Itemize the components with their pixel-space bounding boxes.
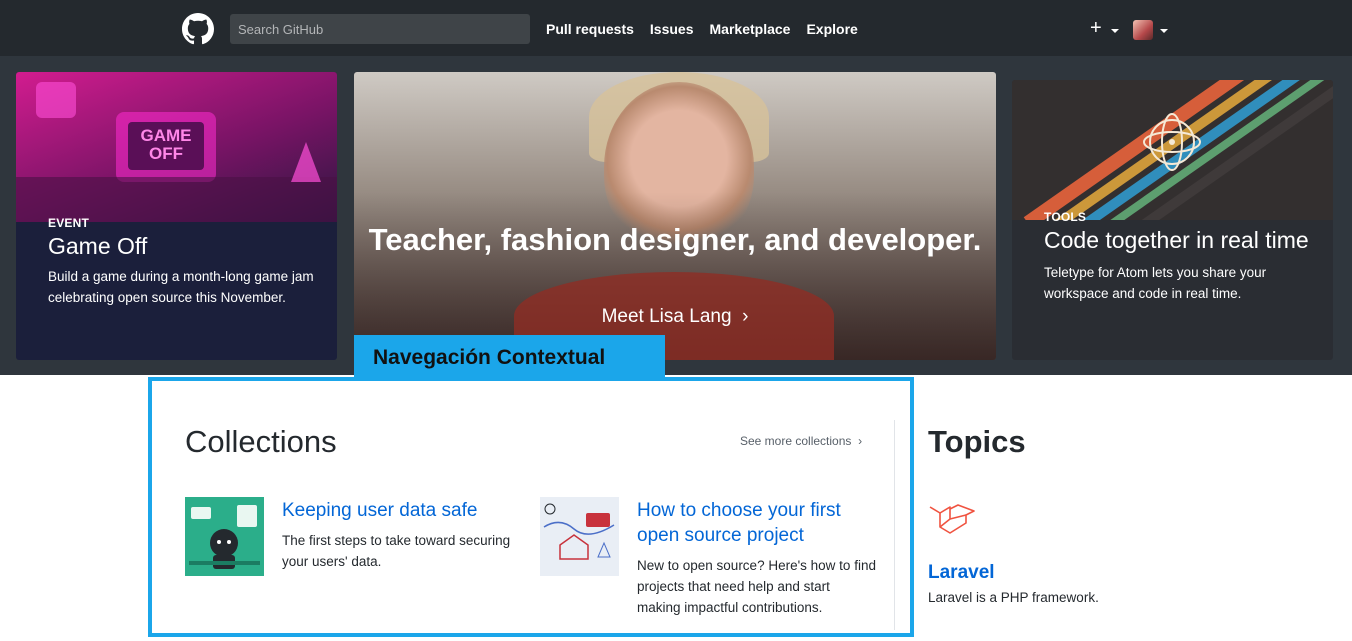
topic-title-laravel[interactable]: Laravel bbox=[928, 562, 995, 584]
collections-heading: Collections bbox=[185, 424, 337, 459]
chevron-right-icon: › bbox=[854, 434, 863, 448]
search-input[interactable] bbox=[230, 14, 530, 44]
video-link-label[interactable]: Meet Lisa Lang bbox=[602, 306, 732, 327]
collection-desc-user-data: The first steps to take toward securing … bbox=[282, 533, 511, 569]
nav-explore[interactable]: Explore bbox=[806, 21, 857, 37]
tools-card-body: TOOLS Code together in real time Teletyp… bbox=[1044, 210, 1314, 304]
tools-card[interactable]: TOOLS Code together in real time Teletyp… bbox=[1012, 80, 1333, 360]
tools-title: Code together in real time bbox=[1044, 227, 1309, 253]
top-header: Pull requests Issues Marketplace Explore… bbox=[0, 0, 1352, 56]
topic-desc-laravel: Laravel is a PHP framework. bbox=[928, 590, 1099, 605]
column-divider bbox=[894, 420, 895, 630]
chevron-right-icon: › bbox=[736, 306, 749, 327]
collection-desc-first-project: New to open source? Here's how to find p… bbox=[637, 558, 876, 615]
avatar[interactable] bbox=[1133, 20, 1153, 40]
github-logo-icon[interactable] bbox=[182, 13, 214, 45]
header-nav: Pull requests Issues Marketplace Explore bbox=[546, 21, 858, 37]
hero-band: GAME OFF EVENT Game Off Build a game dur… bbox=[0, 56, 1352, 375]
event-title: Game Off bbox=[48, 233, 148, 259]
featured-video-card[interactable]: Teacher, fashion designer, and developer… bbox=[354, 72, 996, 360]
see-more-label[interactable]: See more collections bbox=[740, 434, 851, 448]
video-link[interactable]: Meet Lisa Lang › bbox=[354, 306, 996, 328]
game-off-art-text: GAME OFF bbox=[140, 126, 192, 163]
event-card-body: EVENT Game Off Build a game during a mon… bbox=[48, 216, 318, 308]
video-title: Teacher, fashion designer, and developer… bbox=[368, 222, 982, 257]
collection-thumbnail-user-data[interactable] bbox=[185, 497, 264, 576]
collection-title-first-project[interactable]: How to choose your first open source pro… bbox=[637, 498, 887, 548]
event-card[interactable]: GAME OFF EVENT Game Off Build a game dur… bbox=[16, 72, 337, 360]
context-nav-label: Navegación Contextual bbox=[354, 335, 665, 379]
chevron-down-icon[interactable] bbox=[1160, 29, 1168, 33]
event-description: Build a game during a month-long game ja… bbox=[48, 268, 314, 305]
collection-thumbnail-first-project[interactable] bbox=[540, 497, 619, 576]
see-more-collections-link[interactable]: See more collections › bbox=[740, 434, 862, 448]
laravel-logo-icon[interactable] bbox=[928, 503, 976, 537]
search-box[interactable] bbox=[230, 14, 530, 44]
collection-title-user-data[interactable]: Keeping user data safe bbox=[282, 498, 532, 523]
tools-eyebrow: TOOLS bbox=[1044, 210, 1087, 224]
chevron-down-icon[interactable] bbox=[1111, 29, 1119, 33]
nav-issues[interactable]: Issues bbox=[650, 21, 694, 37]
event-eyebrow: EVENT bbox=[48, 216, 90, 230]
nav-marketplace[interactable]: Marketplace bbox=[710, 21, 791, 37]
game-off-illustration: GAME OFF bbox=[16, 72, 337, 222]
teletype-illustration bbox=[1012, 80, 1333, 220]
plus-icon[interactable]: + bbox=[1090, 18, 1102, 38]
nav-pull-requests[interactable]: Pull requests bbox=[546, 21, 634, 37]
topics-heading: Topics bbox=[928, 424, 1026, 459]
tools-description: Teletype for Atom lets you share your wo… bbox=[1044, 264, 1267, 301]
